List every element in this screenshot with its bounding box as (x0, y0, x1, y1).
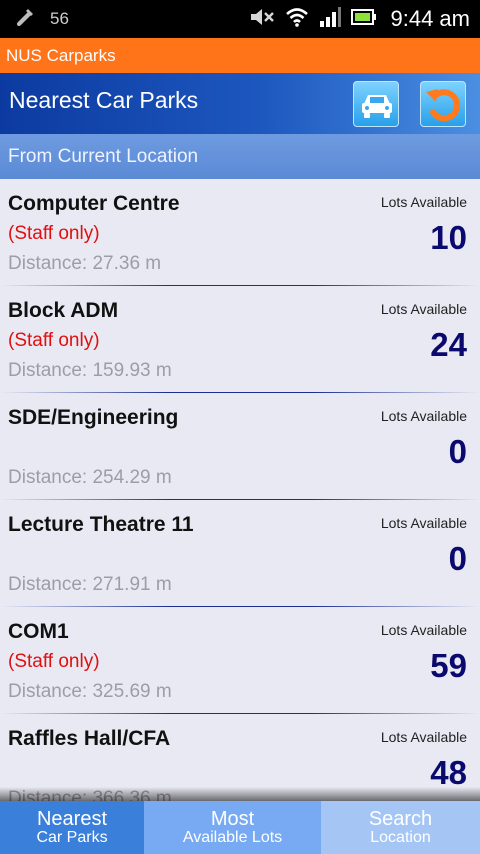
page-header: Nearest Car Parks (0, 73, 480, 134)
lots-available-label: Lots Available (380, 729, 467, 745)
carpark-name: SDE/Engineering (8, 406, 179, 429)
refresh-button[interactable] (420, 81, 466, 127)
mute-icon (249, 6, 275, 33)
tab-search-location[interactable]: Search Location (321, 801, 480, 854)
usb-icon (14, 6, 36, 33)
car-icon (362, 95, 392, 118)
lots-available-label: Lots Available (380, 622, 467, 638)
tab-label-line1: Search (368, 807, 433, 830)
clock: 9:44 am (390, 6, 471, 31)
list-item[interactable]: Lecture Theatre 11 Distance: 271.91 m Lo… (0, 500, 480, 607)
lots-count: 10 (430, 219, 467, 256)
bottom-tab-bar: Nearest Car Parks Most Available Lots Se… (0, 787, 480, 854)
lots-available-label: Lots Available (380, 408, 467, 424)
list-item[interactable]: COM1 (Staff only) Distance: 325.69 m Lot… (0, 607, 480, 714)
distance-label: Distance: 27.36 m (8, 253, 162, 274)
carpark-name: Lecture Theatre 11 (8, 513, 194, 536)
tab-label-line2: Car Parks (36, 828, 108, 846)
app-title-bar: NUS Carparks (0, 38, 480, 73)
tab-label-line1: Nearest (36, 807, 108, 830)
wifi-icon (285, 6, 309, 33)
carpark-name: COM1 (8, 620, 69, 643)
status-bar: 56 9:44 am (0, 0, 480, 38)
lots-count: 0 (448, 433, 467, 470)
lots-available-label: Lots Available (380, 194, 467, 210)
tab-most-available-lots[interactable]: Most Available Lots (144, 801, 321, 854)
distance-label: Distance: 254.29 m (8, 467, 172, 488)
tab-label-line2: Location (370, 828, 431, 846)
tab-label-line2: Available Lots (182, 828, 283, 846)
distance-label: Distance: 325.69 m (8, 681, 172, 702)
lots-available-label: Lots Available (380, 515, 467, 531)
list-item[interactable]: Computer Centre (Staff only) Distance: 2… (0, 179, 480, 286)
tab-nearest-car-parks[interactable]: Nearest Car Parks (0, 801, 144, 854)
notification-count: 56 (50, 9, 69, 28)
tab-label-line1: Most (210, 807, 255, 830)
app-title: NUS Carparks (6, 45, 116, 65)
carpark-list[interactable]: Computer Centre (Staff only) Distance: 2… (0, 179, 480, 801)
battery-icon (350, 6, 377, 33)
refresh-icon (426, 89, 461, 122)
page-title: Nearest Car Parks (9, 87, 199, 113)
lots-count: 24 (430, 326, 467, 363)
list-item[interactable]: SDE/Engineering Distance: 254.29 m Lots … (0, 393, 480, 500)
lots-available-label: Lots Available (380, 301, 467, 317)
lots-count: 59 (430, 647, 467, 684)
carpark-name: Computer Centre (8, 192, 180, 215)
staff-only-label: (Staff only) (8, 651, 100, 672)
distance-label: Distance: 271.91 m (8, 574, 172, 595)
signal-icon (319, 6, 341, 33)
distance-label: Distance: 159.93 m (8, 360, 172, 381)
carpark-name: Block ADM (8, 299, 119, 322)
lots-count: 0 (448, 540, 467, 577)
carpark-name: Raffles Hall/CFA (8, 727, 171, 750)
section-header: From Current Location (0, 134, 480, 179)
car-button[interactable] (353, 81, 399, 127)
staff-only-label: (Staff only) (8, 223, 100, 244)
list-item[interactable]: Block ADM (Staff only) Distance: 159.93 … (0, 286, 480, 393)
section-title: From Current Location (8, 145, 199, 167)
staff-only-label: (Staff only) (8, 330, 100, 351)
